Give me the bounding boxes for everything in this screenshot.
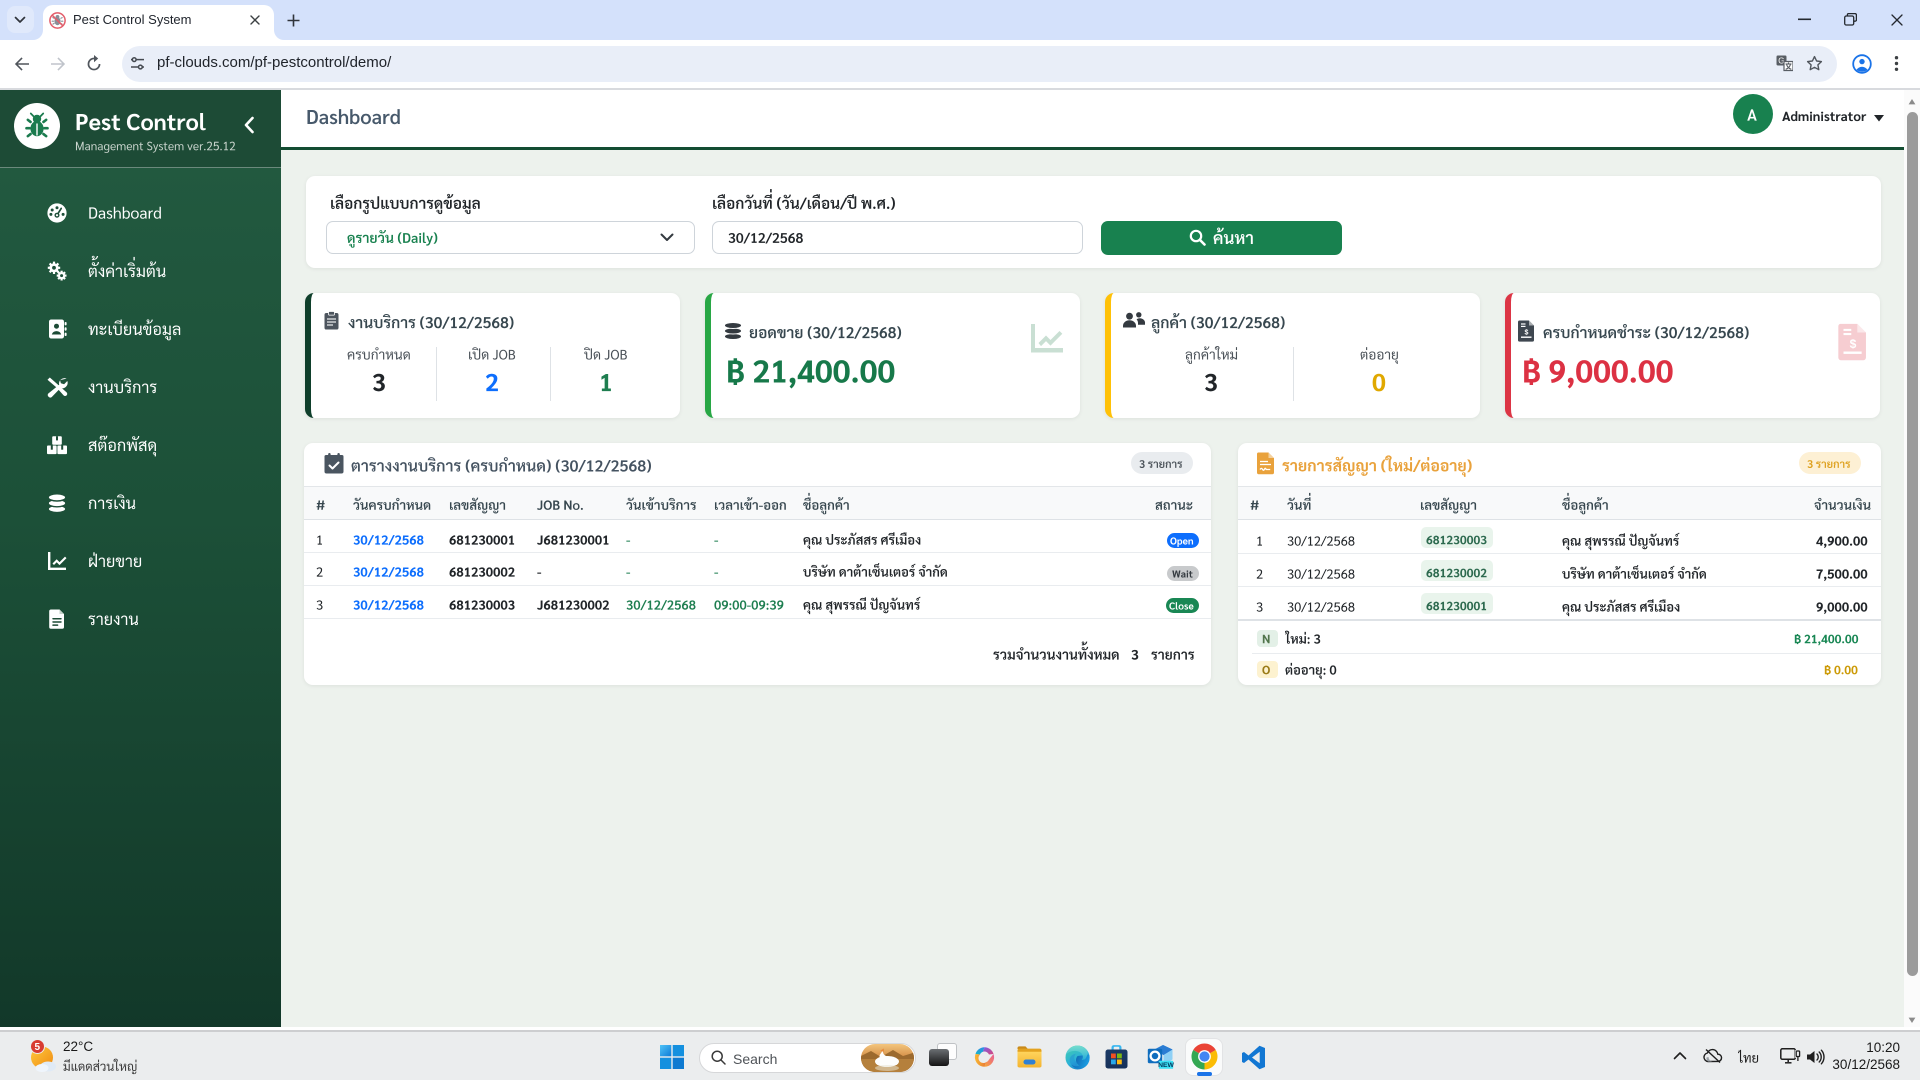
svg-text:$: $	[1850, 337, 1857, 351]
svg-text:NEW: NEW	[1158, 1062, 1174, 1069]
svg-text:$: $	[1525, 330, 1529, 337]
